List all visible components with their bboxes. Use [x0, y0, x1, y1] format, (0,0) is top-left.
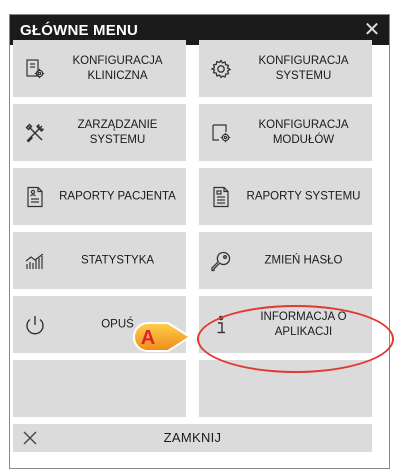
- tile-system-configuration[interactable]: KONFIGURACJA SYSTEMU: [199, 40, 372, 97]
- close-menu-label: ZAMKNIJ: [163, 430, 222, 445]
- tools-icon: [23, 121, 47, 145]
- tile-system-management[interactable]: ZARZĄDZANIE SYSTEMU: [13, 104, 186, 161]
- tile-label: ZMIEŃ HASŁO: [264, 254, 343, 266]
- gear-icon: [209, 57, 233, 81]
- tile-statistics[interactable]: STATYSTYKA: [13, 232, 186, 289]
- tile-label: ZARZĄDZANIE SYSTEMU: [77, 118, 158, 146]
- tile-empty: [199, 360, 372, 417]
- tile-empty: [13, 360, 186, 417]
- module-config-icon: [209, 121, 233, 145]
- tile-label: INFORMACJA O APLIKACJI: [260, 310, 347, 338]
- window-title: GŁÓWNE MENU: [20, 22, 139, 39]
- tile-application-info[interactable]: INFORMACJA O APLIKACJI: [199, 296, 372, 353]
- close-menu-button[interactable]: ZAMKNIJ: [13, 424, 372, 452]
- key-icon: [209, 249, 233, 273]
- tile-label: KONFIGURACJA KLINICZNA: [72, 54, 163, 82]
- tile-change-password[interactable]: ZMIEŃ HASŁO: [199, 232, 372, 289]
- tile-label: RAPORTY PACJENTA: [59, 190, 176, 202]
- tile-label: RAPORTY SYSTEMU: [246, 190, 361, 202]
- clinical-config-icon: [23, 57, 47, 81]
- menu-grid: KONFIGURACJA KLINICZNA KONFIGURACJA SYST…: [13, 40, 372, 419]
- tile-label: KONFIGURACJA SYSTEMU: [258, 54, 349, 82]
- tile-label: KONFIGURACJA MODUŁÓW: [258, 118, 349, 146]
- window-close-icon[interactable]: ✕: [361, 18, 383, 40]
- patient-report-icon: [23, 185, 47, 209]
- info-icon: [209, 313, 233, 337]
- power-icon: [23, 313, 47, 337]
- tile-label: OPUŚ: [101, 318, 134, 330]
- tile-clinical-configuration[interactable]: KONFIGURACJA KLINICZNA: [13, 40, 186, 97]
- tile-label: STATYSTYKA: [80, 254, 155, 266]
- statistics-icon: [23, 249, 47, 273]
- tile-module-configuration[interactable]: KONFIGURACJA MODUŁÓW: [199, 104, 372, 161]
- tile-exit[interactable]: OPUŚ: [13, 296, 186, 353]
- tile-patient-reports[interactable]: RAPORTY PACJENTA: [13, 168, 186, 225]
- tile-system-reports[interactable]: RAPORTY SYSTEMU: [199, 168, 372, 225]
- system-report-icon: [209, 185, 233, 209]
